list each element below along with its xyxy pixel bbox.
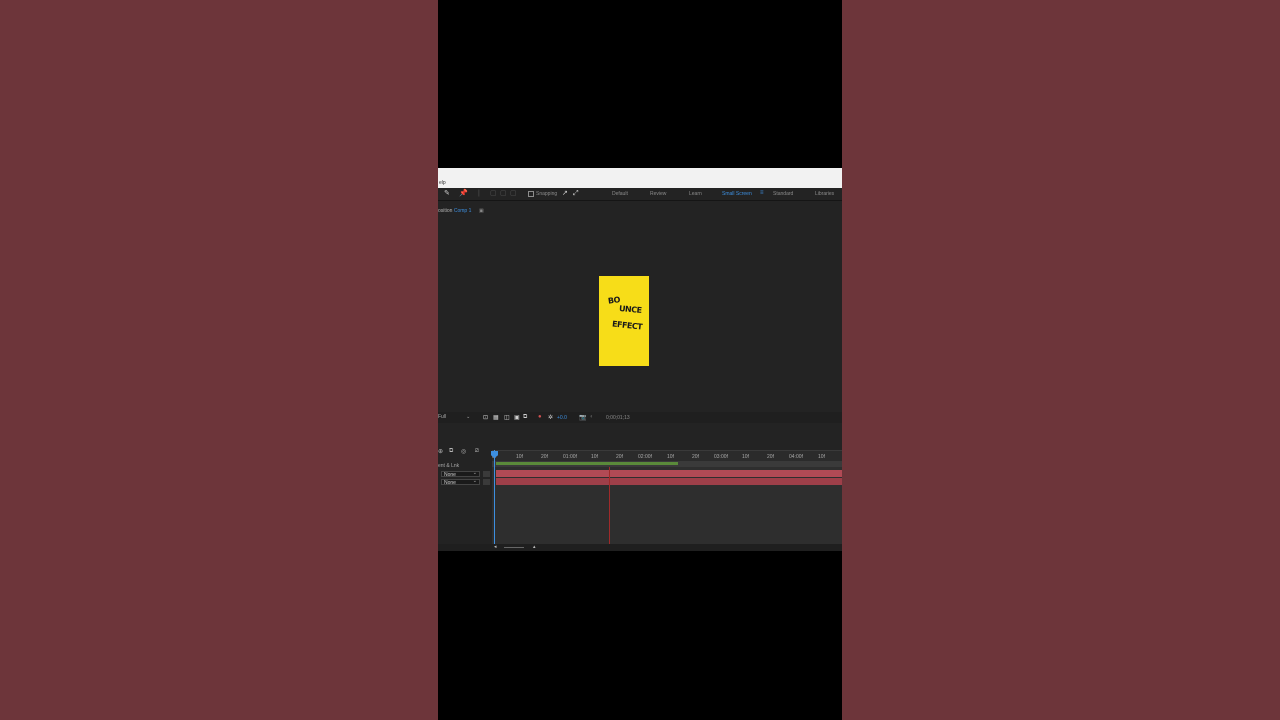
bounce-text-unce: UNCE	[618, 304, 642, 315]
comp-preview-card: BO UNCE EFFECT	[599, 276, 649, 366]
layer-bar-1[interactable]	[496, 470, 842, 477]
help-menu[interactable]: elp	[439, 180, 446, 186]
show-snapshot-icon[interactable]: ◐	[590, 414, 594, 420]
composition-viewer[interactable]: BO UNCE EFFECT	[438, 217, 842, 412]
menu-bar: elp	[438, 168, 842, 189]
snapping-label: Snapping	[536, 191, 558, 197]
viewer-controls: Full ⌄ ⊡ ▦ ◫ ▣ ⧉ ● ✲ +0.0 📷 ◐ 0;00;01;13	[438, 412, 842, 423]
current-time-indicator[interactable]	[494, 450, 495, 544]
ruler-tick: 10f	[818, 454, 825, 460]
ruler-tick: 03:00f	[714, 454, 728, 460]
hamburger-icon[interactable]: ≡	[760, 190, 764, 196]
resolution-dropdown[interactable]: Full ⌄	[438, 414, 470, 420]
parent-link-column-header: ent & Lnk	[438, 463, 460, 469]
composition-tab[interactable]: osition Comp 1	[438, 208, 471, 214]
snap-expand-icon[interactable]: ⤢	[573, 190, 579, 198]
mask-path-icon[interactable]: ◫	[504, 414, 510, 421]
zoom-out-icon[interactable]: ◂	[494, 544, 497, 550]
composition-name[interactable]: Comp 1	[454, 208, 472, 214]
parent-dropdown-1[interactable]: None	[441, 470, 480, 478]
panel-divider	[438, 423, 842, 445]
workspace-standard[interactable]: Standard	[773, 191, 793, 197]
parent-value: None	[444, 480, 456, 486]
video-frame: elp ✎ 📌 | ▢ ▢ ▢ Snapping ↗ ⤢ Default Rev…	[438, 0, 842, 720]
layer-panel: ent & Lnk None None	[438, 461, 492, 544]
layer-bar-2[interactable]	[496, 478, 842, 485]
ruler-tick: 20f	[616, 454, 623, 460]
snapping-checkbox[interactable]	[528, 191, 534, 197]
draft-3d-icon[interactable]: ⧉	[449, 448, 453, 455]
bounce-text-effect: EFFECT	[611, 319, 643, 332]
layer-switch[interactable]	[483, 479, 490, 485]
exposure-icon[interactable]: ✲	[548, 414, 553, 421]
layer-tracks[interactable]	[492, 467, 842, 544]
graph-editor-icon[interactable]: ⧄	[475, 448, 479, 455]
exposure-value[interactable]: +0.0	[557, 415, 567, 421]
cached-frames-bar	[496, 462, 678, 465]
workspace-learn[interactable]: Learn	[689, 191, 702, 197]
ruler-tick: 04:00f	[789, 454, 803, 460]
snapping-toggle[interactable]: Snapping	[528, 191, 557, 197]
ruler-tick: 10f	[667, 454, 674, 460]
time-ruler[interactable]: 0f 10f 20f 01:00f 10f 20f 02:00f 10f 20f…	[492, 450, 842, 461]
marker-line	[609, 467, 610, 544]
timeline-footer: ◂ ▴	[438, 544, 842, 551]
zoom-in-icon[interactable]: ▴	[533, 544, 536, 550]
composition-panel-header: osition Comp 1 ▣	[438, 201, 842, 217]
chevron-down-icon: ⌄	[466, 414, 471, 420]
axis-local-icon: ▢	[490, 190, 497, 197]
parent-dropdown-2[interactable]: None	[441, 478, 480, 486]
roto-brush-icon[interactable]: ✎	[444, 190, 450, 198]
workspace-small-screen[interactable]: Small Screen	[722, 191, 752, 197]
layer-switch[interactable]	[483, 471, 490, 477]
ruler-tick: 10f	[742, 454, 749, 460]
camera-snapshot-icon[interactable]: 📷	[579, 414, 586, 421]
motion-blur-icon[interactable]: ◎	[461, 448, 466, 455]
region-of-interest-icon[interactable]: ⊡	[483, 414, 488, 421]
axis-world-icon: ▢	[500, 190, 507, 197]
current-time-display[interactable]: 0;00;01;13	[606, 415, 630, 421]
transparency-grid-icon[interactable]: ▦	[493, 414, 499, 421]
divider-icon: |	[478, 190, 480, 197]
ruler-tick: 20f	[767, 454, 774, 460]
parent-value: None	[444, 472, 456, 478]
workspace-default[interactable]: Default	[612, 191, 628, 197]
snap-arrow-icon[interactable]: ↗	[562, 190, 568, 198]
puppet-pin-icon[interactable]: 📌	[459, 190, 468, 198]
ruler-tick: 01:00f	[563, 454, 577, 460]
workspace-review[interactable]: Review	[650, 191, 666, 197]
resolution-value: Full	[438, 414, 447, 420]
axis-view-icon: ▢	[510, 190, 517, 197]
guides-icon[interactable]: ▣	[514, 414, 520, 421]
ruler-tick: 20f	[541, 454, 548, 460]
color-channel-icon[interactable]: ●	[538, 414, 542, 420]
ruler-tick: 10f	[591, 454, 598, 460]
composition-tab-label: osition	[438, 208, 453, 214]
ruler-tick: 20f	[692, 454, 699, 460]
3d-view-icon[interactable]: ⧉	[523, 414, 527, 421]
ruler-tick: 02:00f	[638, 454, 652, 460]
workspace-libraries[interactable]: Libraries	[815, 191, 834, 197]
comp-flowchart-icon[interactable]: ⊕	[438, 448, 443, 455]
tools-toolbar: ✎ 📌 | ▢ ▢ ▢ Snapping ↗ ⤢ Default Review …	[438, 188, 842, 201]
zoom-slider[interactable]	[504, 547, 524, 548]
lock-icon[interactable]: ▣	[479, 208, 484, 214]
ruler-tick: 10f	[516, 454, 523, 460]
